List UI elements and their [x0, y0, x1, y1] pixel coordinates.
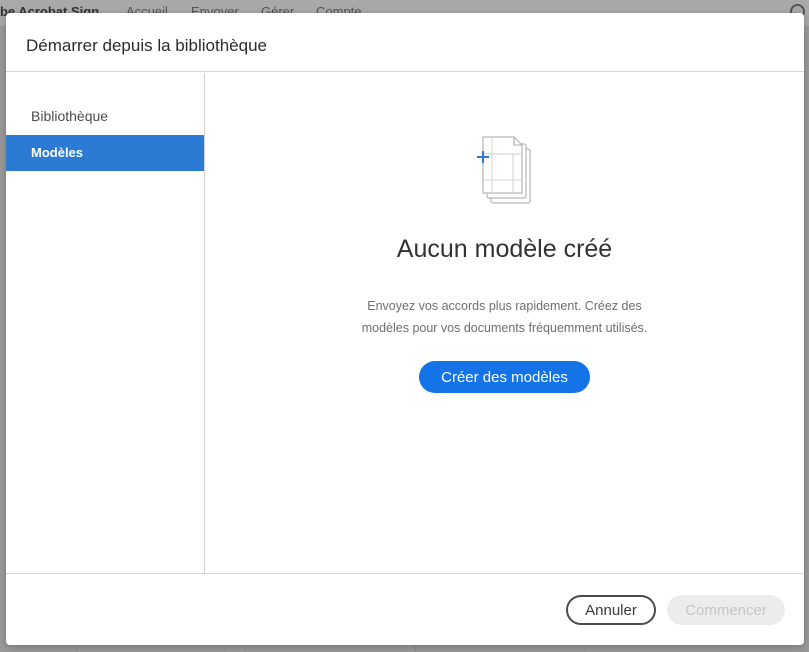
library-dialog: Démarrer depuis la bibliothèque Biblioth… [6, 13, 804, 645]
sidebar-item-library[interactable]: Bibliothèque [6, 98, 204, 134]
start-button[interactable]: Commencer [667, 595, 785, 625]
templates-panel: Aucun modèle créé Envoyez vos accords pl… [205, 73, 804, 573]
dialog-title: Démarrer depuis la bibliothèque [26, 36, 267, 55]
cancel-button[interactable]: Annuler [566, 595, 656, 625]
empty-state-description: Envoyez vos accords plus rapidement. Cré… [355, 295, 654, 339]
create-templates-button[interactable]: Créer des modèles [419, 361, 590, 393]
template-stack-plus-icon [477, 136, 531, 204]
empty-state-text-line: Envoyez vos accords plus rapidement. Cré… [367, 299, 642, 313]
dialog-footer: Annuler Commencer [6, 573, 804, 645]
empty-state-title: Aucun modèle créé [396, 235, 613, 263]
sidebar-item-templates[interactable]: Modèles [6, 135, 204, 171]
dialog-header: Démarrer depuis la bibliothèque [6, 13, 804, 72]
empty-state-text-line: modèles pour vos documents fréquemment u… [361, 321, 648, 335]
dialog-sidebar: Bibliothèque Modèles [6, 73, 205, 573]
